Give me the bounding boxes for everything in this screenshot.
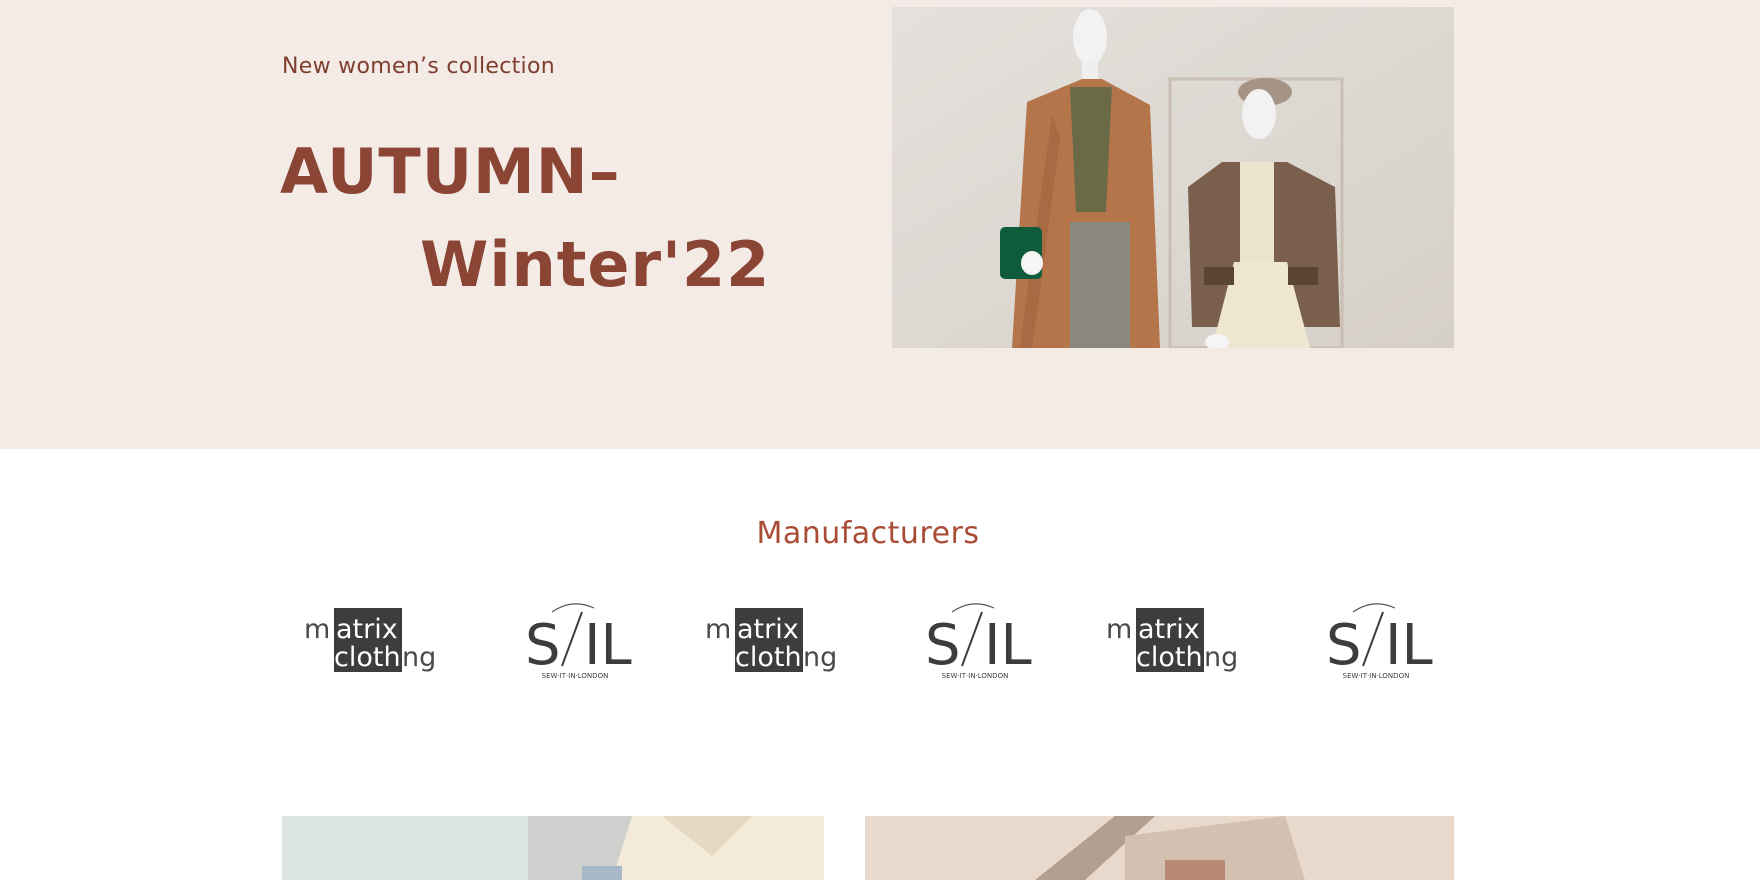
svg-text:clothi: clothi bbox=[1136, 642, 1210, 673]
svg-text:S: S bbox=[525, 613, 561, 678]
svg-text:ng: ng bbox=[803, 642, 837, 673]
svg-text:IL: IL bbox=[1385, 613, 1433, 678]
svg-text:ng: ng bbox=[402, 642, 436, 673]
svg-text:atrix: atrix bbox=[1138, 614, 1200, 645]
svg-text:ng: ng bbox=[1204, 642, 1238, 673]
svg-text:m: m bbox=[705, 614, 731, 645]
matrix-clothing-logo[interactable]: m atrix clothi ng bbox=[697, 598, 847, 682]
svg-text:SEW·IT·IN·LONDON: SEW·IT·IN·LONDON bbox=[542, 672, 609, 680]
manufacturers-heading: Manufacturers bbox=[756, 516, 980, 551]
matrix-clothing-logo[interactable]: m atrix clothi ng bbox=[296, 598, 446, 682]
sil-logo[interactable]: S IL SEW·IT·IN·LONDON bbox=[1301, 598, 1451, 682]
svg-text:IL: IL bbox=[984, 613, 1032, 678]
svg-text:S: S bbox=[925, 613, 961, 678]
hero-banner: New women’s collection AUTUMN– Winter'22 bbox=[0, 0, 1760, 449]
svg-text:SEW·IT·IN·LONDON: SEW·IT·IN·LONDON bbox=[1343, 672, 1410, 680]
hero-title-line1: AUTUMN– bbox=[280, 135, 621, 208]
svg-text:SEW·IT·IN·LONDON: SEW·IT·IN·LONDON bbox=[942, 672, 1009, 680]
sil-logo[interactable]: S IL SEW·IT·IN·LONDON bbox=[900, 598, 1050, 682]
hero-title-line2: Winter'22 bbox=[420, 228, 771, 301]
svg-text:clothi: clothi bbox=[334, 642, 408, 673]
collection-card-photo[interactable] bbox=[282, 816, 824, 880]
svg-text:m: m bbox=[304, 614, 330, 645]
svg-text:S: S bbox=[1326, 613, 1362, 678]
collection-card-photo[interactable] bbox=[865, 816, 1454, 880]
hero-title: AUTUMN– Winter'22 bbox=[280, 125, 770, 311]
svg-text:clothi: clothi bbox=[735, 642, 809, 673]
svg-text:atrix: atrix bbox=[737, 614, 799, 645]
svg-text:IL: IL bbox=[584, 613, 632, 678]
svg-text:atrix: atrix bbox=[336, 614, 398, 645]
svg-text:m: m bbox=[1106, 614, 1132, 645]
matrix-clothing-logo[interactable]: m atrix clothi ng bbox=[1098, 598, 1248, 682]
hero-subtitle: New women’s collection bbox=[282, 54, 555, 79]
hero-collection-photo[interactable] bbox=[892, 7, 1454, 348]
sil-logo[interactable]: S IL SEW·IT·IN·LONDON bbox=[500, 598, 650, 682]
